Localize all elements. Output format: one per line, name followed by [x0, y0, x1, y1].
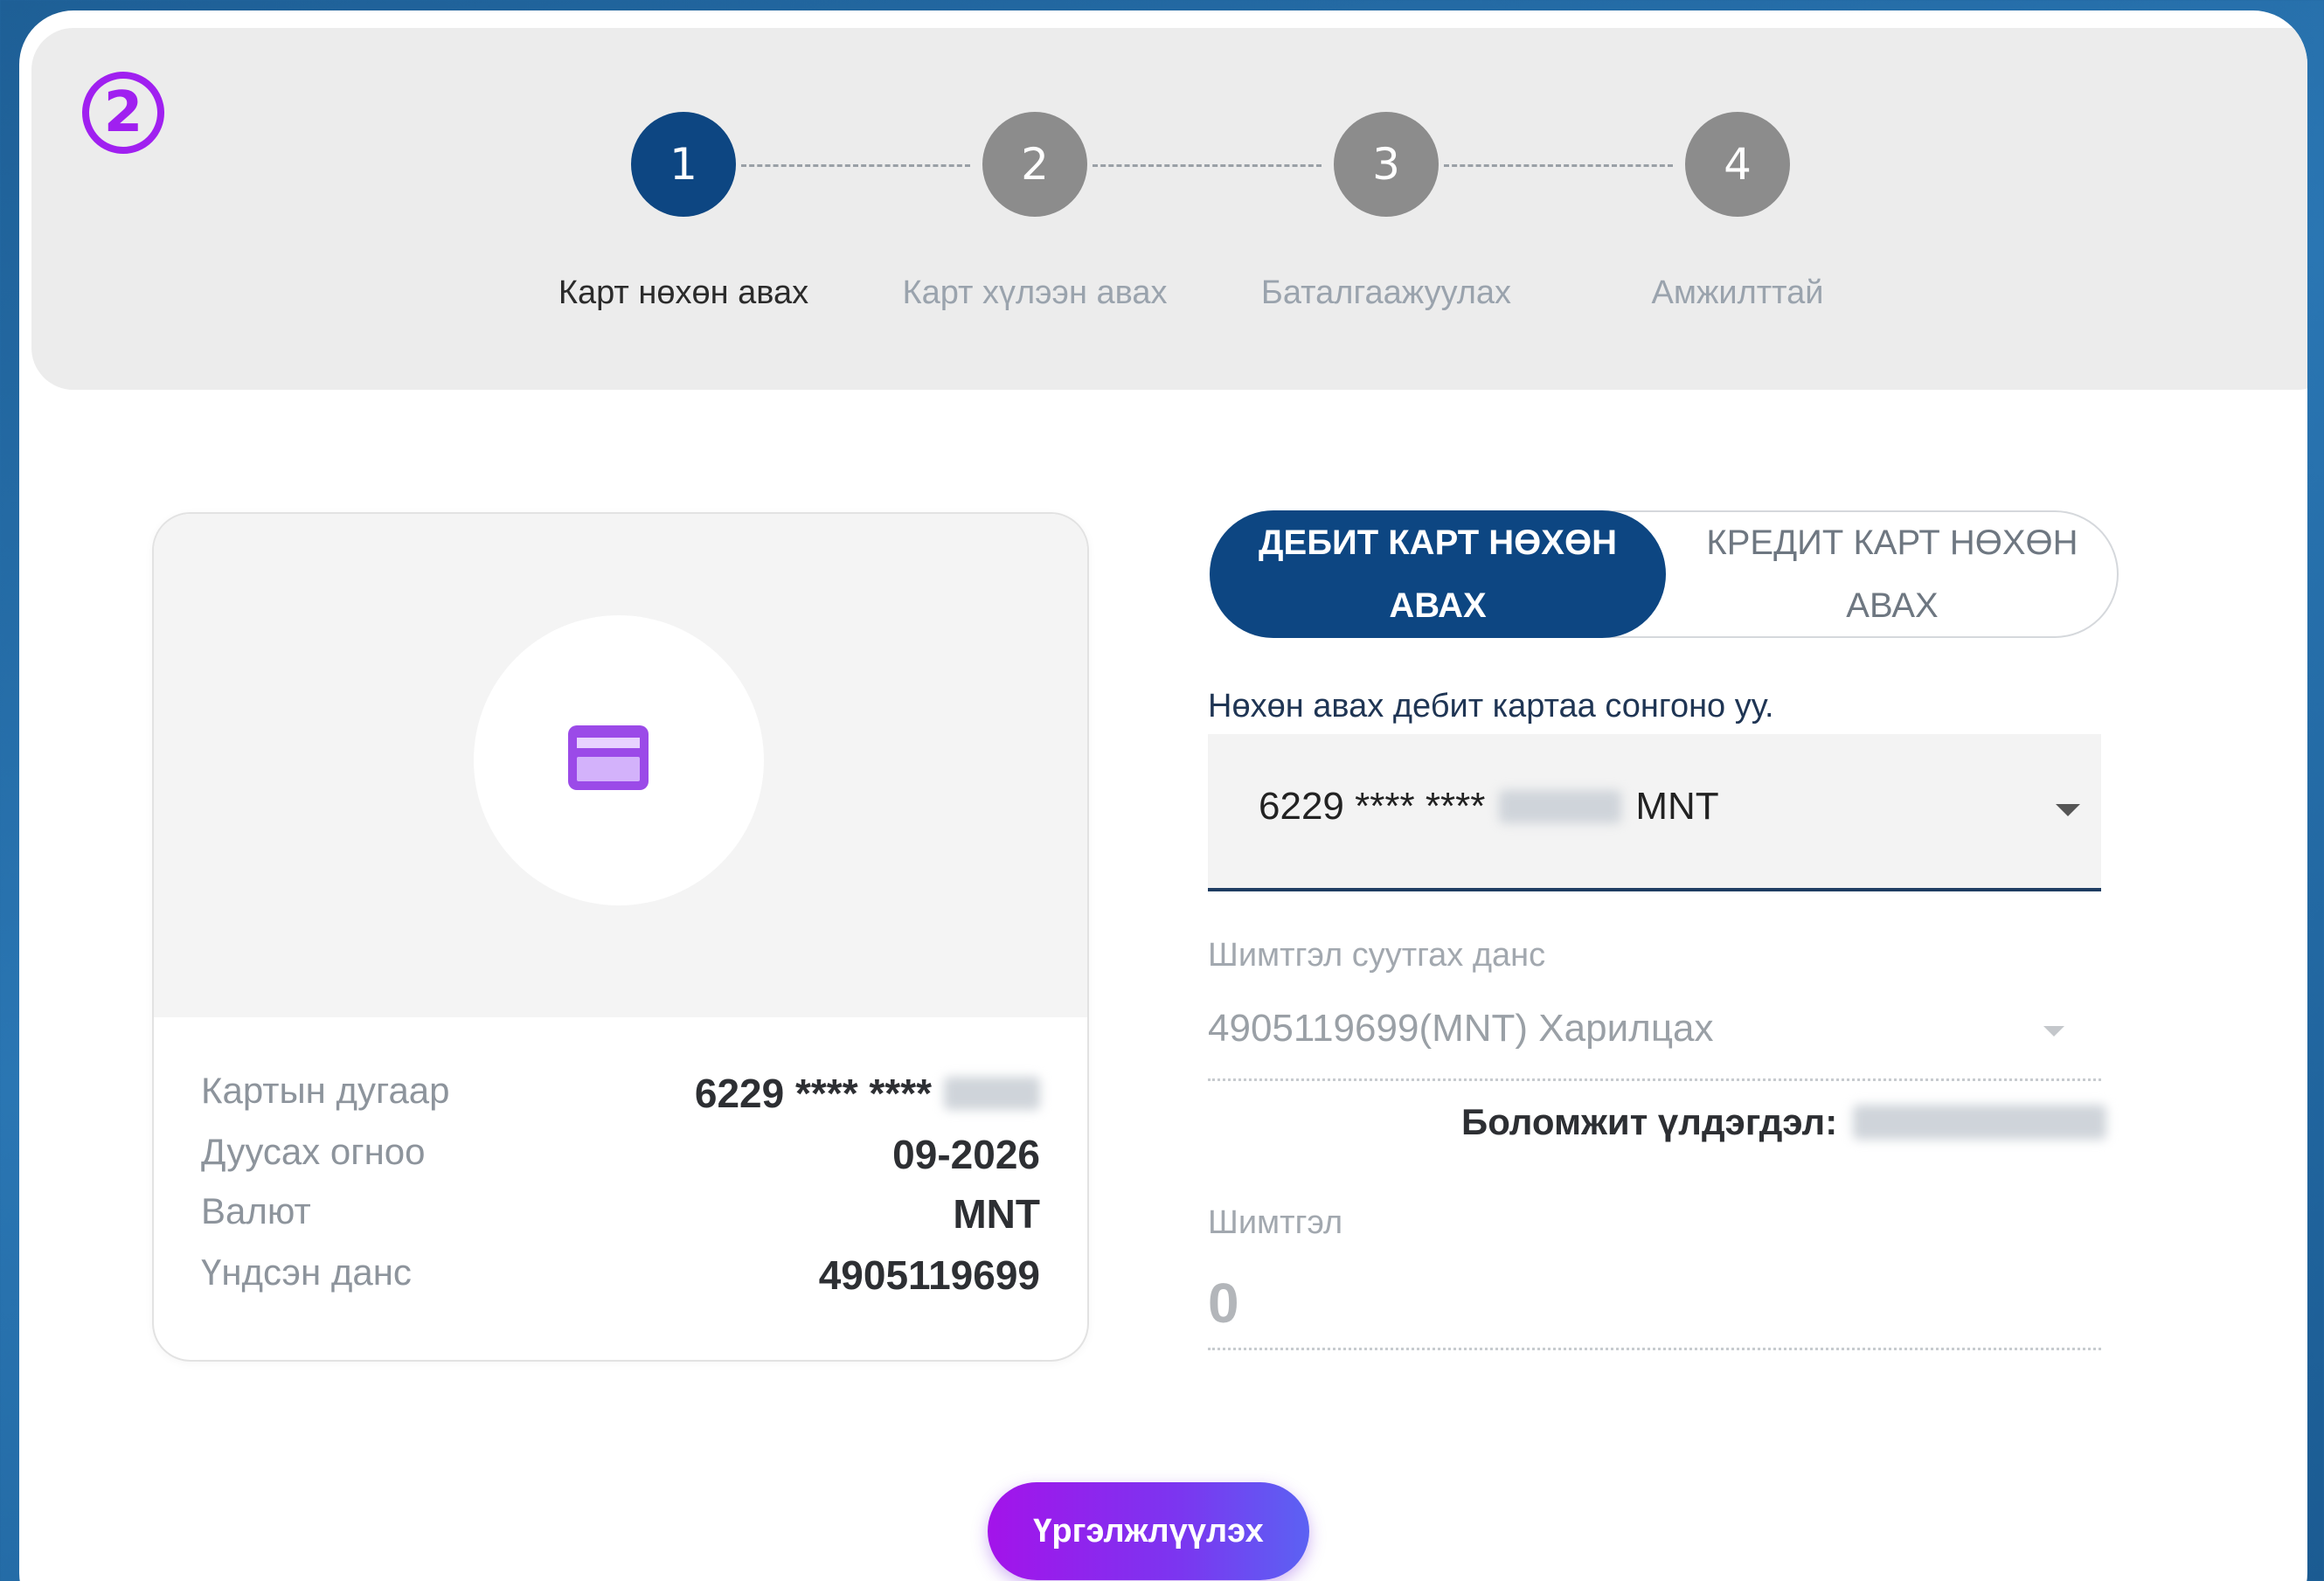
main-panel: 2 1 2 3 4 Карт нөхөн авах Карт хүлээн ав… — [19, 10, 2307, 1581]
fee-input[interactable]: 0 — [1208, 1271, 1239, 1335]
step-2-label: Карт хүлээн авах — [902, 274, 1168, 311]
expiry-label: Дуусах огноо — [201, 1131, 426, 1172]
selected-card-currency: MNT — [1635, 785, 1719, 828]
step-connector — [1093, 164, 1322, 167]
fee-account-select[interactable]: 4905119699(MNT) Харилцах — [1208, 1007, 1714, 1051]
continue-button[interactable]: Үргэлжлүүлэх — [988, 1482, 1309, 1580]
step-2-circle: 2 — [982, 112, 1087, 217]
step-1-circle: 1 — [631, 112, 736, 217]
expiry-value: 09-2026 — [892, 1132, 1040, 1177]
step-4-circle: 4 — [1685, 112, 1790, 217]
selected-card-number: 6229 **** **** — [1259, 785, 1486, 828]
currency-row: Валют MNT — [201, 1190, 1040, 1243]
masked-card-digits — [1499, 790, 1622, 823]
card-preview-header — [154, 514, 1087, 1017]
card-type-toggle: ДЕБИТ КАРТ НӨХӨН АВАХ КРЕДИТ КАРТ НӨХӨН … — [1210, 510, 2119, 638]
chevron-down-icon — [2056, 804, 2080, 816]
credit-tab-line1: КРЕДИТ КАРТ НӨХӨН — [1706, 524, 2078, 562]
step-3-circle: 3 — [1334, 112, 1439, 217]
step-connector — [1444, 164, 1673, 167]
currency-value: MNT — [953, 1191, 1040, 1237]
currency-label: Валют — [201, 1190, 311, 1231]
debit-tab-line2: АВАХ — [1389, 586, 1487, 625]
available-balance: Боломжит үлдэгдэл: — [1461, 1101, 2107, 1143]
masked-card-digits — [944, 1077, 1040, 1110]
step-4-label: Амжилттай — [1651, 274, 1824, 311]
masked-balance — [1853, 1105, 2107, 1140]
step-3-label: Баталгаажуулах — [1260, 274, 1512, 311]
tutorial-step-badge: 2 — [82, 72, 164, 154]
card-number-label: Картын дугаар — [201, 1070, 450, 1111]
card-icon-circle — [474, 615, 764, 905]
card-number-row: Картын дугаар 6229 **** **** — [201, 1070, 1040, 1122]
debit-tab-line1: ДЕБИТ КАРТ НӨХӨН — [1259, 524, 1617, 562]
card-number-value: 6229 **** **** — [694, 1071, 932, 1116]
debit-card-tab[interactable]: ДЕБИТ КАРТ НӨХӨН АВАХ — [1210, 510, 1666, 638]
available-balance-label: Боломжит үлдэгдэл: — [1461, 1101, 1838, 1142]
chevron-down-icon — [2043, 1026, 2064, 1037]
expiry-row: Дуусах огноо 09-2026 — [201, 1131, 1040, 1183]
card-number-value-wrap: 6229 **** **** — [695, 1070, 1040, 1117]
fee-account-label: Шимтгэл суутгах данс — [1208, 937, 1546, 974]
main-account-label: Үндсэн данс — [201, 1252, 412, 1293]
debit-card-select[interactable]: 6229 **** **** MNT — [1208, 734, 2101, 891]
main-account-value: 4905119699 — [818, 1252, 1040, 1298]
select-card-caption: Нөхөн авах дебит картаа сонгоно уу. — [1208, 688, 1774, 725]
step-connector — [741, 164, 970, 167]
card-preview: Картын дугаар 6229 **** **** Дуусах огно… — [152, 512, 1089, 1362]
selected-card-value: 6229 **** **** MNT — [1259, 785, 1719, 829]
main-account-row: Үндсэн данс 4905119699 — [201, 1252, 1040, 1304]
fee-underline — [1208, 1348, 2101, 1350]
stepper-bar: 2 1 2 3 4 Карт нөхөн авах Карт хүлээн ав… — [31, 28, 2307, 390]
credit-tab-line2: АВАХ — [1846, 586, 1939, 625]
fee-label: Шимтгэл — [1208, 1204, 1343, 1241]
credit-card-icon — [568, 725, 649, 790]
step-1-label: Карт нөхөн авах — [558, 274, 809, 311]
fee-account-underline — [1208, 1078, 2101, 1081]
credit-card-tab[interactable]: КРЕДИТ КАРТ НӨХӨН АВАХ — [1664, 510, 2120, 638]
